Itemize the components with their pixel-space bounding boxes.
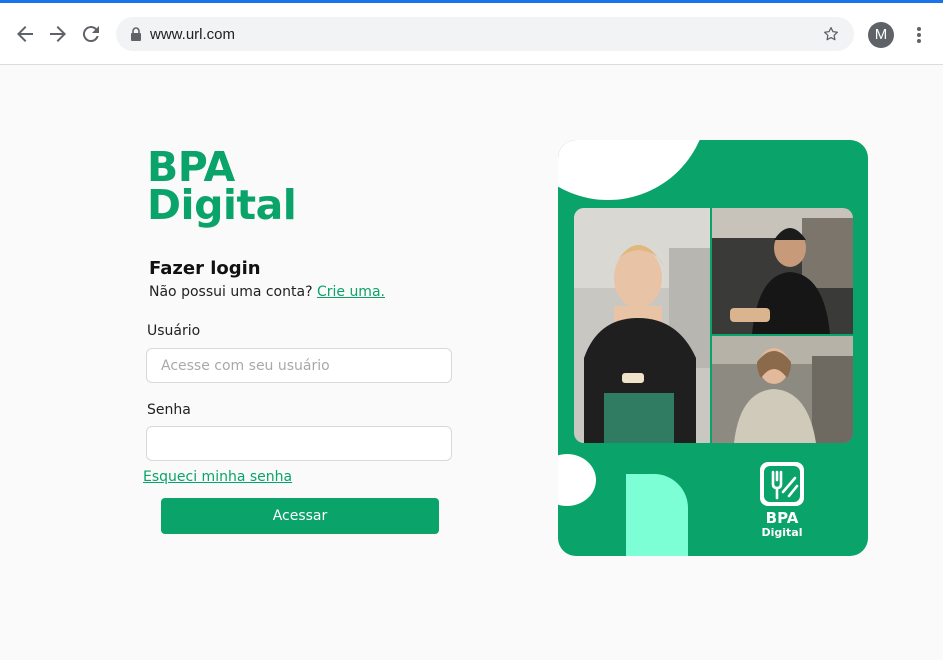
profile-avatar[interactable]: M: [868, 22, 894, 48]
reload-icon[interactable]: [79, 22, 103, 46]
promo-brand-line2: Digital: [761, 526, 803, 539]
brand-logo: BPA Digital: [147, 147, 297, 229]
decorative-circle: [558, 140, 708, 200]
promo-brand-text: BPA Digital: [754, 509, 810, 540]
browser-toolbar: www.url.com M: [0, 3, 943, 65]
login-submit-button[interactable]: Acessar: [161, 498, 439, 534]
promo-brand-line1: BPA: [765, 509, 799, 527]
photo-collage: [574, 208, 853, 443]
decorative-mint-shape: [626, 474, 688, 556]
address-bar[interactable]: www.url.com: [116, 17, 854, 51]
chef-photo: [712, 208, 853, 334]
forward-icon[interactable]: [46, 22, 70, 46]
username-input[interactable]: [146, 348, 452, 383]
cook-photo: [712, 336, 853, 443]
create-account-link[interactable]: Crie uma.: [317, 284, 385, 300]
back-icon[interactable]: [13, 22, 37, 46]
signup-prompt: Não possui uma conta? Crie uma.: [149, 284, 385, 300]
url-text: www.url.com: [150, 26, 236, 43]
password-input[interactable]: [146, 426, 452, 461]
decorative-circle: [558, 454, 596, 506]
password-label: Senha: [147, 402, 191, 418]
waitress-photo: [574, 208, 710, 443]
no-account-text: Não possui uma conta?: [149, 284, 313, 300]
lock-icon: [131, 27, 141, 41]
promo-card: BPA Digital: [558, 140, 868, 556]
menu-kebab-icon[interactable]: [911, 23, 927, 47]
brand-logo-line2: Digital: [147, 181, 297, 229]
login-title: Fazer login: [149, 258, 261, 279]
fork-knife-icon: [760, 462, 804, 506]
forgot-password-link[interactable]: Esqueci minha senha: [143, 469, 292, 485]
bookmark-star-icon[interactable]: [822, 25, 840, 43]
username-label: Usuário: [147, 323, 201, 339]
